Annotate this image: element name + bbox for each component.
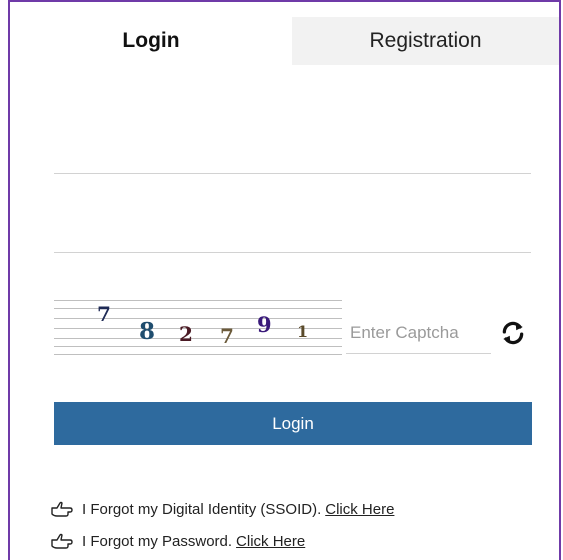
forgot-ssoid-link[interactable]: Click Here bbox=[325, 501, 394, 518]
username-field[interactable] bbox=[54, 135, 531, 174]
pointing-hand-icon bbox=[51, 533, 73, 549]
tab-login[interactable]: Login bbox=[10, 17, 292, 65]
forgot-password-text: I Forgot my Password. bbox=[82, 532, 233, 550]
tab-registration[interactable]: Registration bbox=[292, 17, 559, 65]
forgot-password-row: I Forgot my Password. Click Here bbox=[50, 532, 305, 550]
password-field[interactable] bbox=[54, 214, 531, 253]
captcha-digit: 7 bbox=[97, 302, 111, 326]
captcha-digit: 8 bbox=[139, 318, 156, 345]
captcha-digit: 9 bbox=[257, 312, 272, 337]
pointing-hand-icon bbox=[51, 501, 73, 517]
captcha-digit: 2 bbox=[179, 322, 193, 346]
captcha-input[interactable] bbox=[346, 312, 491, 354]
forgot-password-link[interactable]: Click Here bbox=[236, 533, 305, 550]
forgot-ssoid-text: I Forgot my Digital Identity (SSOID). bbox=[82, 500, 322, 518]
login-button[interactable]: Login bbox=[54, 402, 532, 445]
captcha-noise-line bbox=[54, 300, 342, 301]
login-panel: Login Registration 7 8 2 7 9 1 Login I F… bbox=[8, 0, 561, 560]
captcha-noise-line bbox=[54, 346, 342, 347]
captcha-digit: 1 bbox=[297, 322, 309, 341]
captcha-digit: 7 bbox=[220, 324, 234, 348]
tab-bar: Login Registration bbox=[10, 17, 559, 65]
captcha-image: 7 8 2 7 9 1 bbox=[54, 296, 342, 356]
refresh-icon[interactable] bbox=[500, 320, 526, 346]
forgot-ssoid-row: I Forgot my Digital Identity (SSOID). Cl… bbox=[50, 500, 394, 518]
captcha-noise-line bbox=[54, 354, 342, 355]
